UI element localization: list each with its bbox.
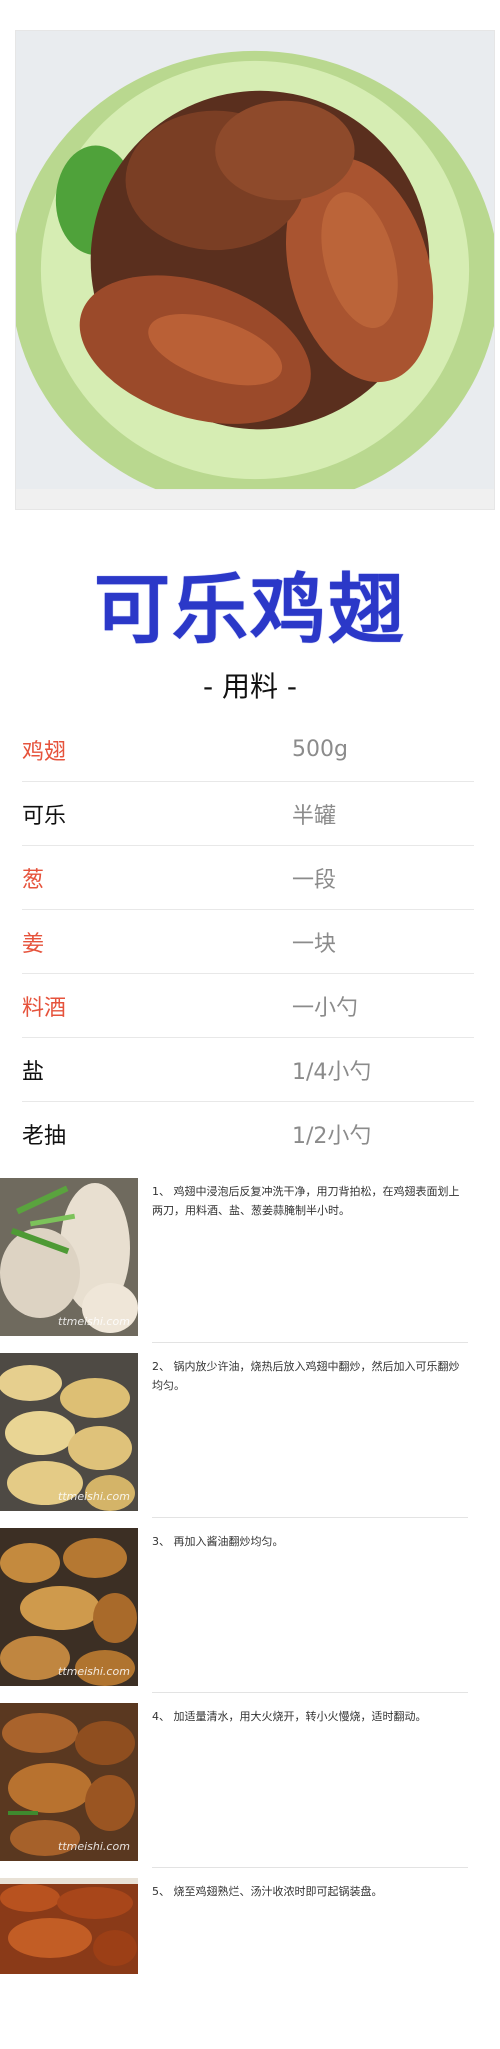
ingredient-amount: 半罐 (292, 803, 337, 829)
plated-wings-photo (0, 1878, 138, 1974)
recipe-title: 可乐鸡翅 (94, 565, 406, 654)
watermark: ttmeishi.com (58, 1315, 130, 1328)
ingredient-name[interactable]: 姜 (22, 926, 292, 958)
ingredient-amount: 一块 (292, 931, 337, 957)
ingredient-amount: 一段 (292, 867, 337, 893)
step-item: 5、 烧至鸡翅熟烂、汤汁收浓时即可起锅装盘。 (0, 1874, 500, 2049)
step-text: 3、 再加入酱油翻炒均匀。 (152, 1535, 284, 1548)
watermark: ttmeishi.com (58, 1840, 130, 1853)
step-text: 2、 锅内放少许油，烧热后放入鸡翅中翻炒，然后加入可乐翻炒均匀。 (152, 1360, 460, 1392)
simmering-wings-photo (0, 1703, 138, 1861)
watermark: ttmeishi.com (58, 1490, 130, 1503)
step-photo: ttmeishi.com (0, 1353, 138, 1511)
step-divider (152, 1692, 468, 1693)
ingredient-amount: 1/2小勺 (292, 1124, 372, 1149)
frying-wings-photo (0, 1353, 138, 1511)
ingredient-name: 可乐 (22, 803, 67, 829)
step-photo: ttmeishi.com (0, 1703, 138, 1861)
ingredient-name[interactable]: 鸡翅 (22, 734, 292, 766)
ingredient-row: 盐 1/4小勺 (22, 1038, 474, 1102)
ingredient-name: 盐 (22, 1059, 45, 1085)
steps-list: ttmeishi.com 1、 鸡翅中浸泡后反复冲洗干净，用刀背拍松，在鸡翅表面… (0, 1174, 500, 2049)
ingredient-row: 鸡翅 500g (22, 718, 474, 782)
ingredient-row: 料酒 一小勺 (22, 974, 474, 1038)
step-divider (152, 1517, 468, 1518)
ingredient-row: 葱 一段 (22, 846, 474, 910)
soy-sauce-wings-photo (0, 1528, 138, 1686)
ingredients-list: 鸡翅 500g 可乐 半罐 葱 一段 姜 一块 料酒 一小勺 盐 1/4小勺 老… (22, 718, 474, 1166)
step-item: ttmeishi.com 1、 鸡翅中浸泡后反复冲洗干净，用刀背拍松，在鸡翅表面… (0, 1174, 500, 1349)
ingredient-row: 老抽 1/2小勺 (22, 1102, 474, 1166)
watermark: ttmeishi.com (58, 1665, 130, 1678)
ingredient-name: 老抽 (22, 1124, 67, 1149)
step-text: 1、 鸡翅中浸泡后反复冲洗干净，用刀背拍松，在鸡翅表面划上两刀，用料酒、盐、葱姜… (152, 1185, 460, 1217)
ingredient-amount: 500g (292, 737, 348, 762)
step-divider (152, 1867, 468, 1868)
step-divider (152, 1342, 468, 1343)
ingredient-name[interactable]: 葱 (22, 862, 292, 894)
step-item: ttmeishi.com 3、 再加入酱油翻炒均匀。 (0, 1524, 500, 1699)
chicken-wings-photo (16, 31, 494, 509)
step-photo: ttmeishi.com (0, 1528, 138, 1686)
step-text: 4、 加适量清水，用大火烧开，转小火慢烧，适时翻动。 (152, 1710, 427, 1723)
step-photo (0, 1878, 138, 1974)
ingredient-amount: 一小勺 (292, 995, 359, 1021)
step-item: ttmeishi.com 4、 加适量清水，用大火烧开，转小火慢烧，适时翻动。 (0, 1699, 500, 1874)
ingredient-name[interactable]: 料酒 (22, 990, 292, 1022)
raw-wings-photo (0, 1178, 138, 1336)
step-text: 5、 烧至鸡翅熟烂、汤汁收浓时即可起锅装盘。 (152, 1885, 383, 1898)
ingredient-row: 姜 一块 (22, 910, 474, 974)
ingredients-heading: - 用料 - (202, 670, 297, 703)
step-photo: ttmeishi.com (0, 1178, 138, 1336)
ingredient-row: 可乐 半罐 (22, 782, 474, 846)
dish-hero-image (15, 30, 495, 510)
ingredient-amount: 1/4小勺 (292, 1059, 372, 1085)
step-item: ttmeishi.com 2、 锅内放少许油，烧热后放入鸡翅中翻炒，然后加入可乐… (0, 1349, 500, 1524)
